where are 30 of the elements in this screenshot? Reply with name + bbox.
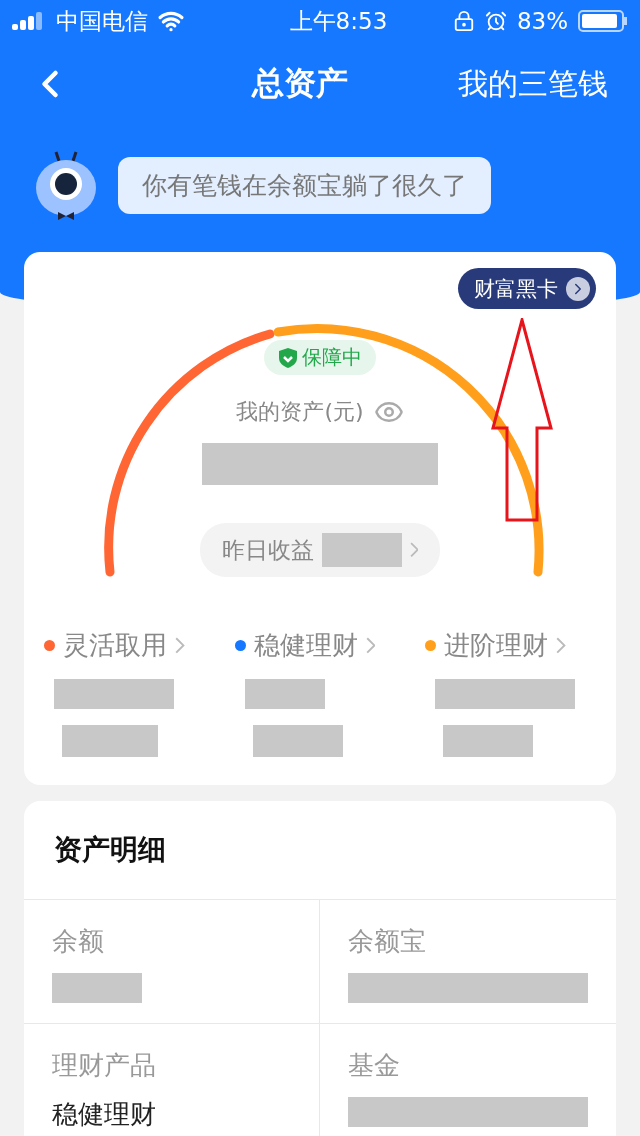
chevron-icon — [365, 637, 376, 654]
tip-bubble: 你有笔钱在余额宝躺了很久了 — [118, 156, 491, 214]
carrier-name: 中国电信 — [56, 6, 148, 36]
chevron-icon — [556, 637, 566, 654]
protection-badge: 保障中 — [264, 340, 376, 375]
yesterday-earnings-button[interactable]: 昨日收益 — [199, 523, 441, 577]
page-title: 总资产 — [250, 63, 349, 104]
asset-cell[interactable]: 余额 — [24, 900, 320, 1024]
asset-label: 基金 — [348, 1049, 401, 1082]
asset-cell[interactable]: 理财产品 稳健理财 — [24, 1024, 320, 1136]
alarm-icon — [484, 10, 507, 32]
status-time: 上午8:53 — [289, 6, 388, 36]
asset-label: 余额宝 — [348, 925, 427, 958]
category-link[interactable]: 稳健理财 — [234, 628, 426, 663]
asset-cell[interactable]: 余额宝 — [320, 900, 616, 1024]
shield-icon — [278, 346, 298, 369]
chevron-icon — [175, 637, 185, 654]
asset-cell[interactable]: 基金 — [320, 1024, 616, 1136]
assets-label: 我的资产(元) — [236, 398, 364, 426]
chevron-icon — [409, 542, 419, 558]
category-link[interactable]: 灵活取用 — [44, 628, 235, 663]
asset-label: 余额 — [52, 925, 105, 958]
category-link[interactable]: 进阶理财 — [425, 628, 616, 663]
battery-percent: 83% — [516, 8, 568, 34]
asset-value: 稳健理财 — [52, 1098, 157, 1131]
wealth-card-button[interactable]: 财富黑卡 — [458, 268, 596, 309]
battery-icon — [578, 10, 628, 32]
details-title: 资产明细 — [24, 801, 616, 900]
my-three-funds-link[interactable]: 我的三笔钱 — [458, 63, 608, 105]
asset-label: 理财产品 — [52, 1049, 157, 1082]
